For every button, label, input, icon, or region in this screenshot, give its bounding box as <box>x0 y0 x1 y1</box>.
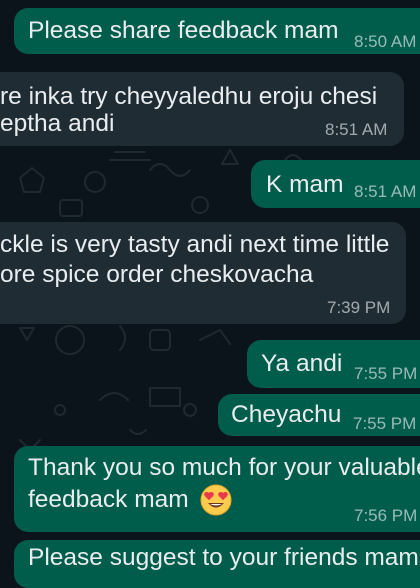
message-text: Ya andi <box>261 350 343 377</box>
message-timestamp: 7:55 PM <box>354 364 418 383</box>
message-timestamp: 8:50 AM <box>354 32 417 51</box>
message-bubble-outgoing[interactable]: Cheyachu 7:55 PM <box>218 394 420 436</box>
message-bubble-outgoing[interactable]: Please share feedback mam 8:50 AM <box>14 8 420 54</box>
message-text: feedback mam <box>28 486 189 513</box>
message-text: Thank you so much for your valuable <box>28 454 420 481</box>
message-bubble-outgoing[interactable]: K mam 8:51 AM <box>251 160 420 208</box>
message-text: ore spice order cheskovacha <box>0 261 314 288</box>
message-text: eptha andi <box>0 110 115 137</box>
heart-eyes-emoji <box>200 484 232 516</box>
message-bubble-outgoing[interactable]: Ya andi 7:55 PM <box>247 340 420 388</box>
message-bubble-incoming[interactable]: re inka try cheyyaledhu eroju chesi epth… <box>0 72 404 146</box>
message-text: K mam <box>266 171 344 198</box>
message-text: Cheyachu <box>231 401 342 428</box>
message-timestamp: 7:56 PM <box>354 506 418 525</box>
message-bubble-outgoing[interactable]: Please suggest to your friends mam <box>14 540 420 588</box>
message-timestamp: 7:55 PM <box>353 414 417 433</box>
message-timestamp: 8:51 AM <box>354 182 417 201</box>
message-timestamp: 8:51 AM <box>325 120 388 139</box>
message-text: Please share feedback mam <box>28 17 339 44</box>
message-bubble-incoming[interactable]: ckle is very tasty andi next time little… <box>0 222 406 324</box>
message-bubble-outgoing[interactable]: Thank you so much for your valuable feed… <box>14 446 420 532</box>
message-text: ckle is very tasty andi next time little <box>0 231 390 258</box>
message-text: Please suggest to your friends mam <box>28 544 419 571</box>
message-timestamp: 7:39 PM <box>327 298 391 317</box>
